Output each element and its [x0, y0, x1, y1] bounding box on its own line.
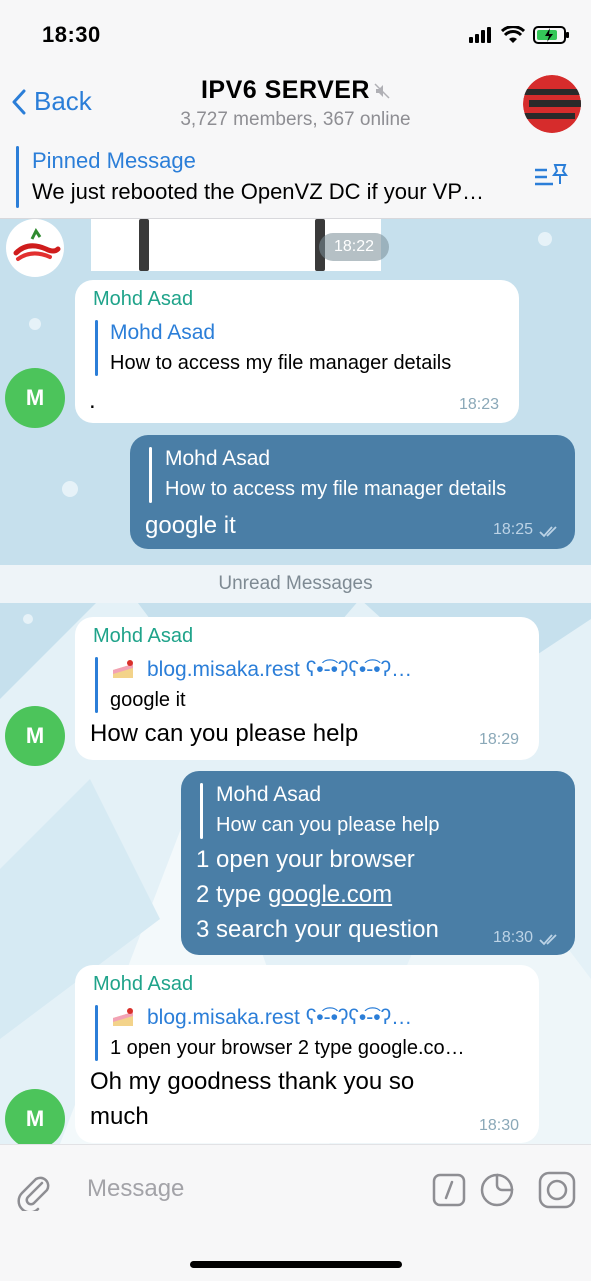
- incoming-message[interactable]: Mohd Asad Mohd Asad How to access my fil…: [75, 280, 519, 423]
- pinned-text: We just rebooted the OpenVZ DC if your V…: [32, 179, 485, 204]
- message-time: 18:30: [492, 929, 533, 946]
- reply-accent-bar: [95, 320, 98, 376]
- pinned-message-bar[interactable]: Pinned Message We just rebooted the Open…: [0, 140, 591, 219]
- message-time: 18:25: [492, 521, 533, 538]
- message-line-2-prefix: 2 type: [196, 881, 269, 908]
- message-line-3: 3 search your question: [196, 916, 439, 943]
- incoming-message[interactable]: Mohd Asad blog.misaka.rest ʕ•͡-•ʔʕ•͡-•ʔ……: [75, 965, 539, 1143]
- sender-name: Mohd Asad: [93, 973, 194, 995]
- reply-author: Mohd Asad: [216, 783, 322, 806]
- sender-name: Mohd Asad: [93, 625, 194, 647]
- message-time: 18:30: [478, 1117, 519, 1134]
- muted-icon: [374, 83, 390, 104]
- home-indicator: [190, 1261, 402, 1268]
- bot-command-icon[interactable]: [432, 1173, 466, 1212]
- pinned-title: Pinned Message: [32, 148, 196, 173]
- message-line-2: 2 type google.com: [196, 881, 392, 909]
- attachment-icon[interactable]: [16, 1173, 52, 1216]
- reply-author: Mohd Asad: [110, 321, 216, 344]
- battery-icon: [533, 25, 571, 50]
- outgoing-message[interactable]: Mohd Asad How to access my file manager …: [130, 435, 575, 549]
- sender-name: Mohd Asad: [93, 288, 194, 310]
- message-line-2: much: [90, 1103, 149, 1130]
- reply-text: How to access my file manager details: [110, 352, 452, 374]
- unread-divider: Unread Messages: [0, 565, 591, 603]
- chat-subtitle: 3,727 members, 367 online: [180, 109, 411, 130]
- message-time: 18:29: [478, 731, 519, 748]
- reply-text: How to access my file manager details: [165, 478, 507, 500]
- chat-title-area[interactable]: IPV6 SERVER 3,727 members, 367 online: [0, 76, 591, 131]
- google-link[interactable]: google.com: [268, 881, 392, 908]
- reply-author: Mohd Asad: [165, 447, 271, 470]
- status-time: 18:30: [42, 22, 101, 47]
- image-time-badge: 18:22: [319, 233, 389, 261]
- wifi-icon: [500, 25, 526, 49]
- chat-title: IPV6 SERVER: [200, 76, 370, 104]
- message-text: .: [89, 387, 96, 414]
- sticker-icon[interactable]: [480, 1173, 514, 1212]
- sender-avatar[interactable]: M: [5, 706, 65, 766]
- pinned-accent-bar: [16, 146, 19, 208]
- message-time: 18:23: [458, 396, 499, 413]
- group-avatar[interactable]: [523, 75, 581, 133]
- reply-accent-bar: [200, 783, 203, 839]
- chili-icon: [13, 228, 61, 261]
- image-message[interactable]: 18:22: [91, 219, 389, 271]
- pin-list-icon[interactable]: [533, 162, 569, 195]
- message-input[interactable]: Message: [87, 1175, 184, 1203]
- reply-accent-bar: [95, 657, 98, 713]
- chat-header: Back IPV6 SERVER 3,727 members, 367 onli…: [0, 70, 591, 140]
- group-photo-avatar[interactable]: [6, 219, 64, 277]
- camera-icon[interactable]: [538, 1171, 576, 1214]
- cake-icon: [110, 658, 136, 687]
- sender-avatar[interactable]: M: [5, 1089, 65, 1144]
- reply-text: google it: [110, 689, 186, 711]
- outgoing-message[interactable]: Mohd Asad How can you please help 1 open…: [181, 771, 575, 955]
- sender-avatar[interactable]: M: [5, 368, 65, 428]
- status-bar: 18:30: [0, 0, 591, 70]
- reply-accent-bar: [149, 447, 152, 503]
- reply-author: blog.misaka.rest ʕ•͡-•ʔʕ•͡-•ʔ…: [147, 658, 413, 681]
- signal-icon: [469, 27, 493, 48]
- message-line-1: Oh my goodness thank you so: [90, 1068, 415, 1095]
- double-check-icon: [539, 933, 561, 952]
- reply-accent-bar: [95, 1005, 98, 1061]
- message-text: How can you please help: [90, 720, 359, 747]
- message-list[interactable]: 18:22 Mohd Asad Mohd Asad How to access …: [0, 219, 591, 1144]
- image-content: [139, 219, 149, 271]
- cake-icon: [110, 1006, 136, 1035]
- reply-author: blog.misaka.rest ʕ•͡-•ʔʕ•͡-•ʔ…: [147, 1006, 413, 1029]
- reply-text: How can you please help: [216, 814, 440, 836]
- message-composer: Message: [0, 1144, 591, 1281]
- message-text: google it: [145, 512, 236, 539]
- reply-text: 1 open your browser 2 type google.co…: [110, 1037, 465, 1059]
- message-line-1: 1 open your browser: [196, 846, 415, 873]
- double-check-icon: [539, 525, 561, 544]
- incoming-message[interactable]: Mohd Asad blog.misaka.rest ʕ•͡-•ʔʕ•͡-•ʔ……: [75, 617, 539, 760]
